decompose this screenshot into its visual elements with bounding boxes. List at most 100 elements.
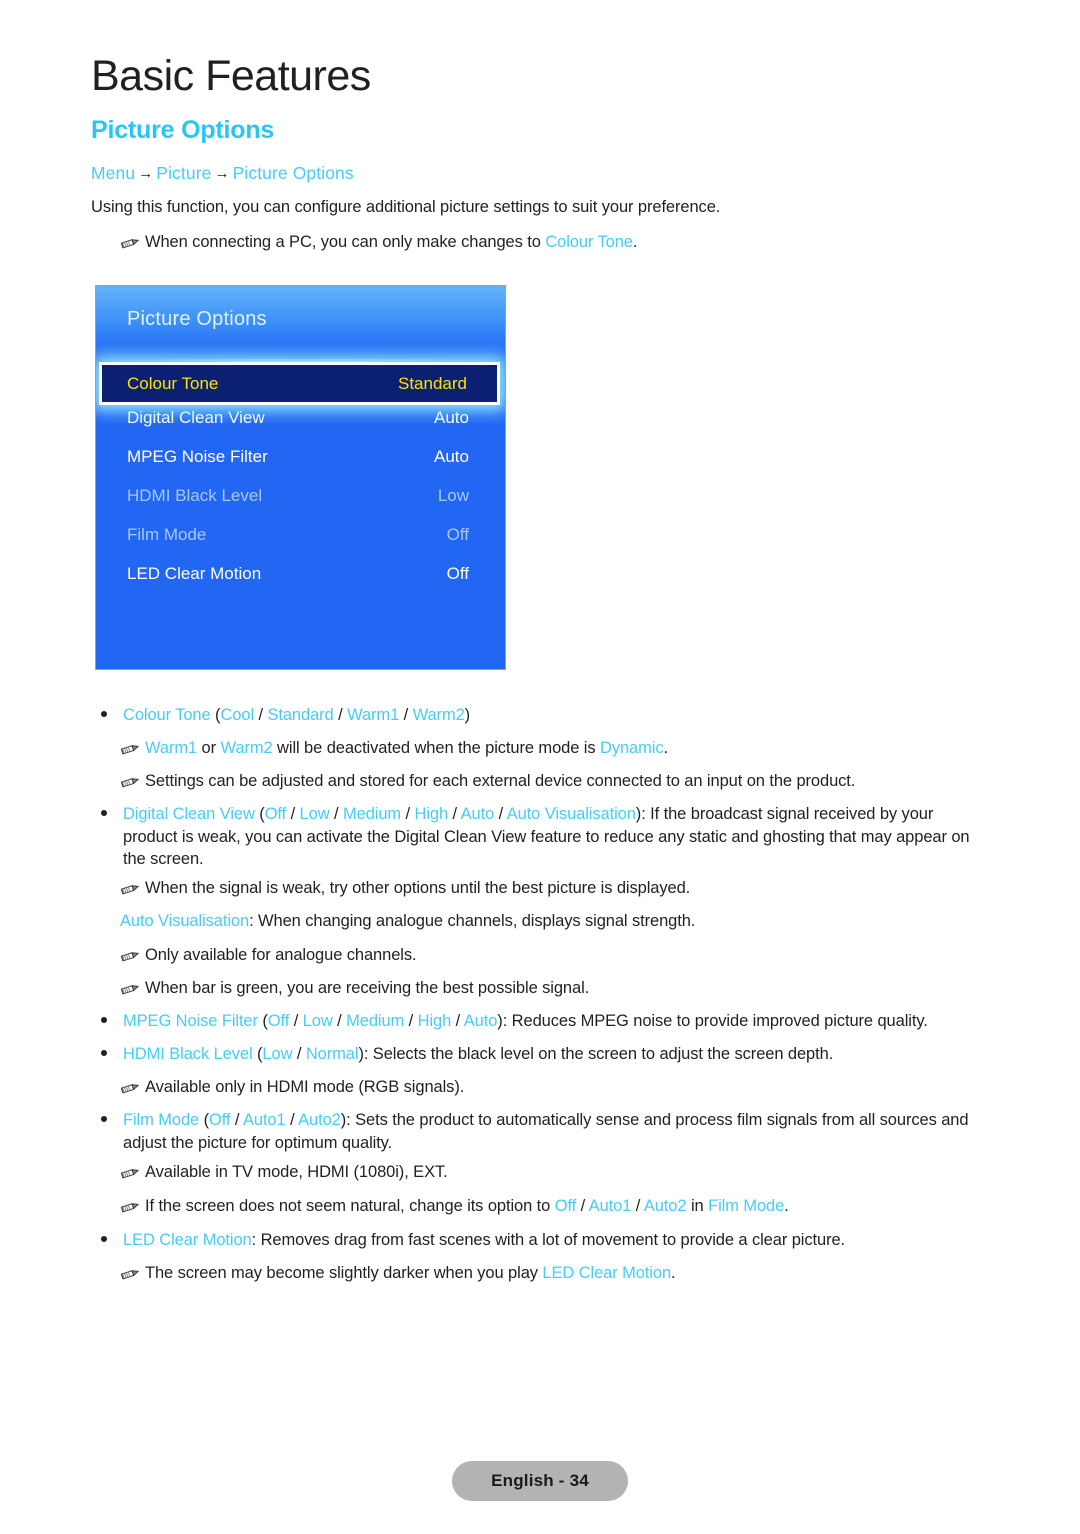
osd-row[interactable]: MPEG Noise Filter Auto xyxy=(96,437,505,476)
osd-row-value: Off xyxy=(446,525,469,544)
paren-open: ( xyxy=(254,805,265,823)
paren-open: ( xyxy=(210,706,221,724)
option-cool: Cool xyxy=(220,706,255,724)
pencil-note-icon xyxy=(120,947,142,969)
option-warm1: Warm1 xyxy=(347,706,400,724)
option-low: Low xyxy=(299,805,330,823)
osd-row-disabled: HDMI Black Level Low xyxy=(96,476,505,515)
intro-paragraph: Using this function, you can configure a… xyxy=(91,198,721,216)
bullet-dot xyxy=(101,810,107,816)
note-pc-connection: When connecting a PC, you can only make … xyxy=(120,231,637,256)
option-warm2: Warm2 xyxy=(412,706,465,724)
separator: / xyxy=(332,1012,347,1030)
note-text: When the signal is weak, try other optio… xyxy=(145,879,691,897)
bullet-text: MPEG Noise Filter (Off / Low / Medium / … xyxy=(123,1010,986,1033)
note-text: The screen may become slightly darker wh… xyxy=(145,1264,543,1282)
separator: / xyxy=(448,805,461,823)
note-text: Only available for analogue channels. xyxy=(145,946,417,964)
option-off: Off xyxy=(209,1111,231,1129)
note-text: When connecting a PC, you can only make … xyxy=(145,233,546,251)
option-auto2: Auto2 xyxy=(298,1111,341,1129)
link-film-mode: Film Mode xyxy=(708,1197,785,1215)
note-hdmi-rgb: Available only in HDMI mode (RGB signals… xyxy=(120,1076,1000,1101)
list-item: Digital Clean View (Off / Low / Medium /… xyxy=(101,803,986,871)
note-text-end: . xyxy=(671,1264,676,1282)
bullet-text: Film Mode (Off / Auto1 / Auto2): Sets th… xyxy=(123,1109,986,1154)
separator: / xyxy=(494,805,507,823)
option-standard: Standard xyxy=(267,706,334,724)
tv-osd-menu: Picture Options Colour Tone Standard Dig… xyxy=(95,285,506,670)
option-auto1: Auto1 xyxy=(588,1197,632,1215)
osd-row[interactable]: LED Clear Motion Off xyxy=(96,554,505,593)
pencil-note-icon xyxy=(120,773,142,795)
link-hdmi-black-level: HDMI Black Level xyxy=(123,1045,253,1063)
option-normal: Normal xyxy=(305,1045,359,1063)
osd-row-label: Film Mode xyxy=(127,525,207,544)
list-item: HDMI Black Level (Low / Normal): Selects… xyxy=(101,1043,986,1066)
separator: / xyxy=(404,1012,418,1030)
page-number-label: English - 34 xyxy=(491,1471,589,1490)
option-off: Off xyxy=(554,1197,577,1215)
pencil-note-icon xyxy=(120,1164,142,1186)
note-text: Available only in HDMI mode (RGB signals… xyxy=(145,1078,465,1096)
paren-open: ( xyxy=(257,1012,268,1030)
separator: / xyxy=(576,1197,589,1215)
note-text: or xyxy=(197,739,221,757)
note-not-natural: If the screen does not seem natural, cha… xyxy=(120,1195,1000,1220)
link-digital-clean-view: Digital Clean View xyxy=(123,805,255,823)
osd-row-value: Standard xyxy=(398,374,467,393)
pencil-note-icon xyxy=(120,1079,142,1101)
description-text: : Removes drag from fast scenes with a l… xyxy=(251,1231,846,1249)
link-dynamic: Dynamic xyxy=(600,739,664,757)
link-warm1: Warm1 xyxy=(145,739,198,757)
option-low: Low xyxy=(302,1012,333,1030)
separator: / xyxy=(286,805,300,823)
pencil-note-icon xyxy=(120,980,142,1002)
option-auto2: Auto2 xyxy=(643,1197,687,1215)
note-screen-darker: The screen may become slightly darker wh… xyxy=(120,1262,1000,1287)
link-mpeg-noise-filter: MPEG Noise Filter xyxy=(123,1012,258,1030)
bullet-dot xyxy=(101,711,107,717)
bullet-dot xyxy=(101,1236,107,1242)
bullet-text: Digital Clean View (Off / Low / Medium /… xyxy=(123,803,986,871)
bullet-text: HDMI Black Level (Low / Normal): Selects… xyxy=(123,1043,986,1066)
bullet-text: Colour Tone (Cool / Standard / Warm1 / W… xyxy=(123,704,981,727)
option-off: Off xyxy=(267,1012,290,1030)
note-text-end: . xyxy=(632,233,638,251)
note-tv-mode: Available in TV mode, HDMI (1080i), EXT. xyxy=(120,1161,1000,1186)
note-text-end: . xyxy=(663,739,668,757)
osd-row-label: MPEG Noise Filter xyxy=(127,447,268,466)
pencil-note-icon xyxy=(120,234,142,256)
option-high: High xyxy=(414,805,449,823)
link-film-mode: Film Mode xyxy=(123,1111,200,1129)
note-text: in xyxy=(686,1197,709,1215)
paren-open: ( xyxy=(252,1045,263,1063)
paren-open: ( xyxy=(199,1111,210,1129)
note-settings-stored: Settings can be adjusted and stored for … xyxy=(120,770,1000,795)
separator: / xyxy=(399,706,413,724)
note-text-end: . xyxy=(784,1197,789,1215)
page-number-badge: English - 34 xyxy=(452,1461,628,1501)
note-text: If the screen does not seem natural, cha… xyxy=(145,1197,555,1215)
option-medium: Medium xyxy=(342,805,402,823)
separator: / xyxy=(254,706,268,724)
option-auto1: Auto1 xyxy=(242,1111,286,1129)
link-led-clear-motion: LED Clear Motion xyxy=(542,1264,672,1282)
pencil-note-icon xyxy=(120,1265,142,1287)
option-low: Low xyxy=(262,1045,293,1063)
arrow-right-icon: → xyxy=(138,165,154,182)
chapter-title: Basic Features xyxy=(91,52,371,100)
note-text: Available in TV mode, HDMI (1080i), EXT. xyxy=(145,1163,448,1181)
osd-title: Picture Options xyxy=(127,308,267,330)
separator: / xyxy=(333,706,348,724)
note-analogue-only: Only available for analogue channels. xyxy=(120,944,1000,969)
auto-visualisation-paragraph: Auto Visualisation: When changing analog… xyxy=(120,910,1000,932)
osd-row-selected[interactable]: Colour Tone Standard xyxy=(99,362,500,405)
separator: / xyxy=(329,805,343,823)
breadcrumb-item-picture: Picture xyxy=(156,163,212,183)
list-item: Film Mode (Off / Auto1 / Auto2): Sets th… xyxy=(101,1109,986,1154)
note-text: When bar is green, you are receiving the… xyxy=(145,979,590,997)
note-text: Settings can be adjusted and stored for … xyxy=(145,772,856,790)
link-led-clear-motion: LED Clear Motion xyxy=(123,1231,252,1249)
link-colour-tone: Colour Tone xyxy=(123,706,211,724)
